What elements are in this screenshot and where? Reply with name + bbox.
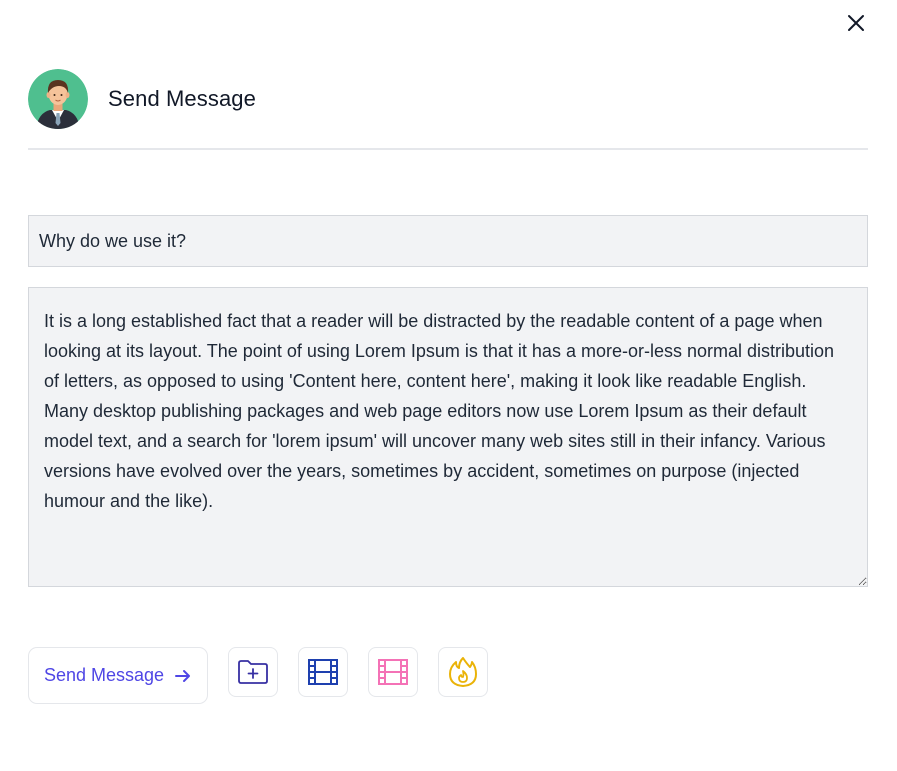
send-message-button[interactable]: Send Message	[28, 647, 208, 704]
action-bar: Send Message	[28, 647, 488, 704]
message-textarea[interactable]: It is a long established fact that a rea…	[28, 287, 868, 587]
dialog-title: Send Message	[108, 86, 256, 111]
avatar	[28, 69, 88, 129]
movie-button[interactable]	[368, 647, 418, 697]
arrow-right-icon	[174, 667, 192, 685]
close-button[interactable]	[843, 12, 869, 38]
send-button-label: Send Message	[43, 665, 165, 685]
folder-plus-icon	[237, 659, 269, 685]
film-icon	[377, 658, 409, 686]
divider	[28, 148, 868, 150]
trending-button[interactable]	[438, 647, 488, 697]
close-icon	[847, 14, 865, 37]
dialog-header: Send Message	[28, 69, 868, 129]
fire-icon	[448, 656, 478, 688]
film-icon	[307, 658, 339, 686]
add-folder-button[interactable]	[228, 647, 278, 697]
video-button[interactable]	[298, 647, 348, 697]
subject-input[interactable]	[28, 215, 868, 267]
